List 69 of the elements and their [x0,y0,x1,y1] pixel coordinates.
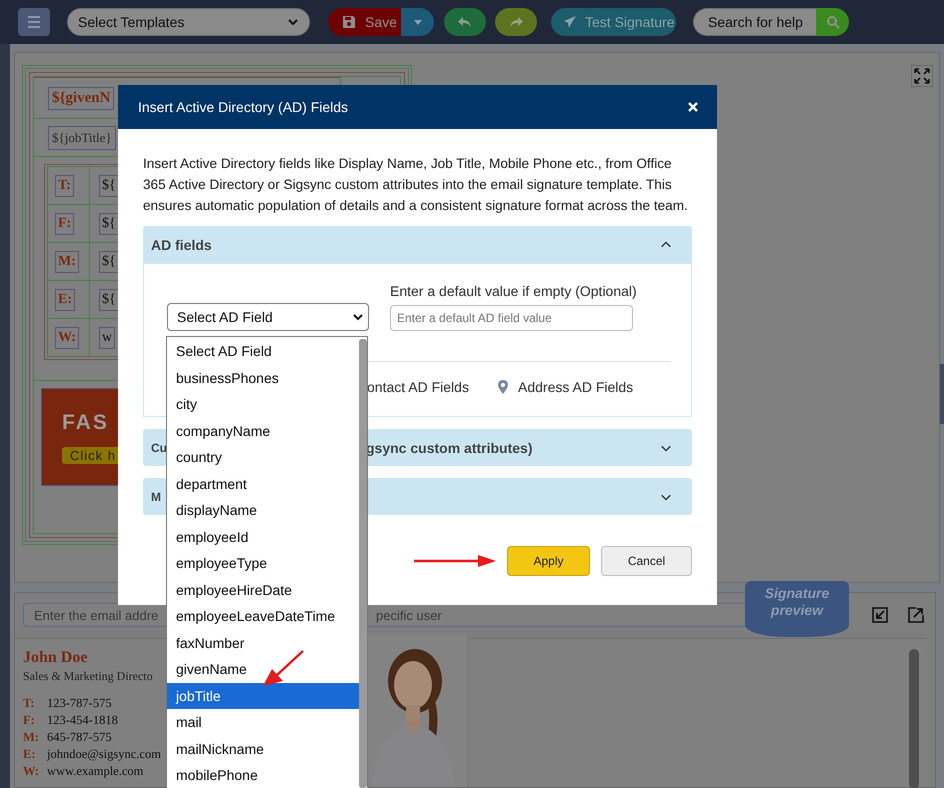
ad-field-select[interactable]: Select AD Field [167,303,369,331]
contact-label: E: [55,288,75,310]
accordion-header[interactable]: AD fields [143,226,692,264]
fullscreen-button[interactable] [911,65,933,87]
arrow-into-box-icon [872,607,888,623]
field-group-tab[interactable]: Address AD Fields [496,379,634,395]
sidebar-strip [940,364,944,424]
open-external-button[interactable] [905,604,927,626]
contact-label: T: [55,174,74,196]
dropdown-option[interactable]: mobilePhone [167,762,359,788]
contact-label: F: [55,212,74,234]
close-button[interactable] [687,101,699,113]
search-icon [826,15,840,29]
contact-value: johndoe@sigsync.com [47,746,161,762]
contact-value: 645-787-575 [47,729,113,745]
dropdown-option[interactable]: businessPhones [167,364,359,391]
dropdown-option[interactable]: employeeId [167,524,359,550]
template-select[interactable]: Select Templates [67,8,310,36]
apply-button[interactable]: Apply [507,546,590,576]
save-button[interactable]: Save [328,8,401,36]
signature-name: John Doe [23,649,88,667]
menu-button[interactable] [18,8,50,36]
redo-button[interactable] [495,8,537,36]
paper-plane-icon [563,15,577,29]
contact-value: 123-787-575 [47,695,113,711]
placeholder-field: ${jobTitle} [48,126,116,150]
field-group-tab[interactable]: ontact AD Fields [367,379,469,395]
collapse-button[interactable] [869,604,891,626]
dropdown-option[interactable]: jobTitle [167,682,359,709]
pointer-arrow [263,649,305,687]
cancel-button[interactable]: Cancel [601,546,692,576]
dropdown-option[interactable]: mailNickname [167,736,359,762]
search-button[interactable] [816,8,849,36]
save-options-button[interactable] [401,8,434,36]
dropdown-option[interactable]: employeeType [167,550,359,576]
close-icon [687,101,699,113]
contact-value: www.example.com [47,763,144,779]
contact-label: W: [55,326,79,348]
scrollbar[interactable] [909,649,919,788]
contact-label: M: [55,250,79,272]
dropdown-option[interactable]: Select AD Field [167,338,359,364]
contact-label: F: [23,712,36,728]
contact-label: W: [23,763,40,779]
external-link-icon [908,607,924,623]
search-field[interactable]: Search for help [693,8,816,36]
caret-icon [412,17,422,27]
signature-title: Sales & Marketing Directo [23,669,153,684]
contact-label: M: [23,729,40,745]
dropdown-option[interactable]: employeeHireDate [167,576,359,603]
banner-headline: FAS [62,411,109,435]
contact-label: T: [23,695,36,711]
description-text: Insert Active Directory fields like Display Name, Job Title, Mobile Phone etc., from Office 365 Active Directory or Sigsync custom attributes into the email signature template. This ensures automatic population of details and a consistent signature format across the team. [143,155,689,215]
menu-icon [26,14,42,30]
dropdown-option[interactable]: employeeLeaveDateTime [167,603,359,630]
contact-value: 123-454-1818 [47,712,119,728]
dropdown-option[interactable]: city [167,391,359,418]
default-value-field[interactable]: Enter a default AD field value [390,305,633,331]
placeholder-field: w [99,326,116,348]
dropdown-option[interactable]: faxNumber [167,630,359,656]
scrollbar[interactable] [359,339,367,788]
placeholder-field: ${givenN [48,86,114,110]
undo-button[interactable] [444,8,486,36]
signature-preview-ribbon: Signature preview [745,581,849,637]
contact-label: E: [23,746,36,762]
location-pin-icon [496,380,510,394]
dropdown-option[interactable]: givenName [167,656,359,682]
expand-icon [914,68,930,84]
dropdown-option[interactable]: mail [167,709,359,736]
dialog-title: Insert Active Directory (AD) Fields [138,99,348,115]
